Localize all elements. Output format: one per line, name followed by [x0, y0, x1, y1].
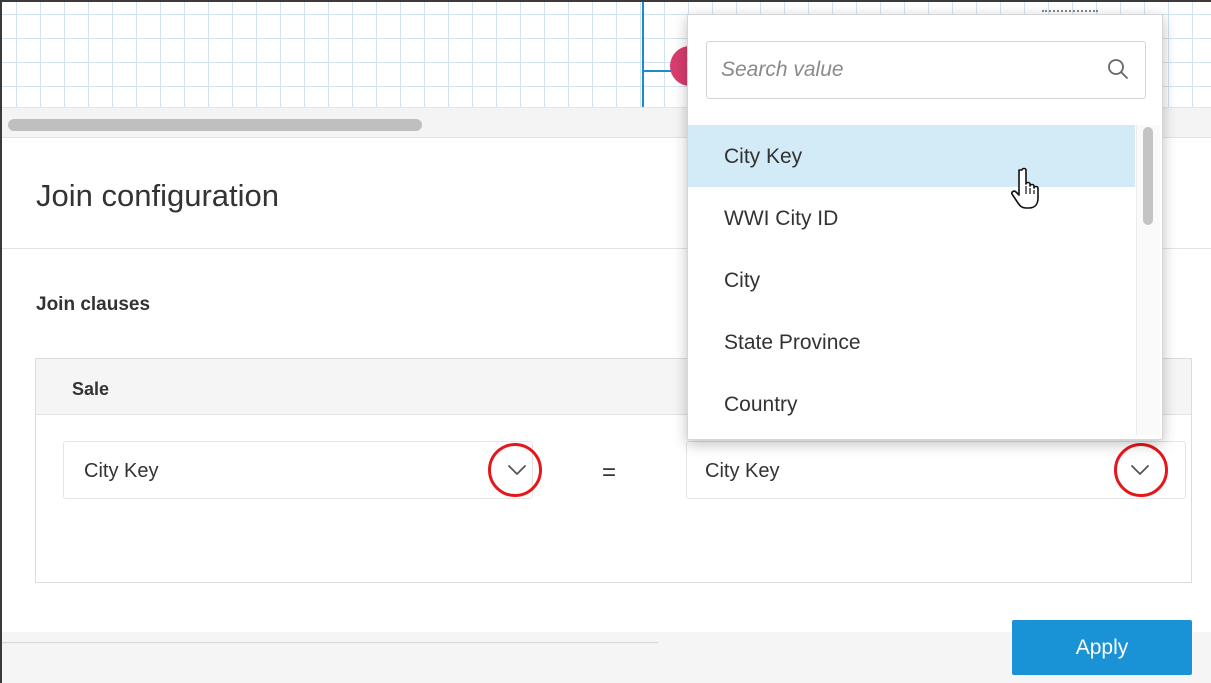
join-clauses-heading: Join clauses: [36, 294, 151, 315]
left-table-name: Sale: [72, 379, 110, 399]
option-label: State Province: [724, 331, 861, 354]
right-field-value: City Key: [705, 460, 780, 482]
option-label: WWI City ID: [724, 207, 839, 230]
screenshot-frame: Join configuration Join clauses e Sale C…: [0, 0, 1211, 683]
option-label: Country: [724, 393, 798, 416]
options-list: City Key WWI City ID City State Province…: [688, 125, 1135, 435]
list-item[interactable]: WWI City ID: [688, 187, 1135, 249]
annotation-circle-right: [1114, 443, 1168, 497]
scrollbar-thumb[interactable]: [1143, 127, 1153, 225]
search-icon: [1108, 59, 1128, 79]
table-handle: [1042, 10, 1098, 12]
search-field[interactable]: [706, 41, 1146, 99]
hand-pointer-icon: [1011, 167, 1039, 209]
field-dropdown-menu: City Key WWI City ID City State Province…: [687, 14, 1163, 440]
left-field-select[interactable]: City Key: [63, 441, 533, 499]
right-field-select[interactable]: City Key: [686, 441, 1186, 499]
equals-operator: =: [602, 459, 617, 486]
search-input[interactable]: [721, 54, 1091, 86]
apply-button[interactable]: Apply: [1012, 620, 1192, 675]
annotation-circle-left: [488, 443, 542, 497]
option-label: City: [724, 269, 761, 292]
list-item[interactable]: Country: [688, 373, 1135, 435]
option-label: City Key: [724, 145, 803, 168]
list-item[interactable]: City: [688, 249, 1135, 311]
list-item[interactable]: City Key: [688, 125, 1135, 187]
left-field-value: City Key: [84, 460, 159, 482]
connector-branch: [642, 70, 672, 72]
page-title: Join configuration: [36, 178, 279, 213]
list-item[interactable]: State Province: [688, 311, 1135, 373]
connector-line: [642, 2, 644, 107]
footer-divider: [2, 642, 658, 644]
scrollbar-thumb[interactable]: [8, 119, 422, 131]
